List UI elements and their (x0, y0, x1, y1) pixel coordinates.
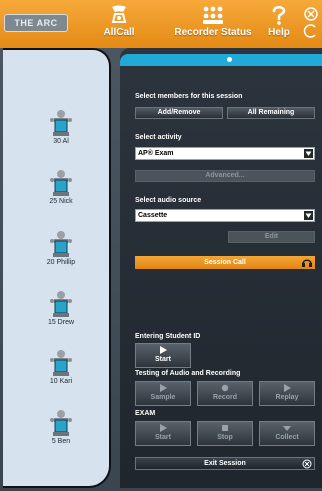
exit-session-label: Exit Session (204, 460, 246, 467)
stop-icon (198, 424, 252, 434)
exam-start-label: Start (155, 434, 171, 441)
activity-value: AP® Exam (138, 150, 174, 157)
student-station[interactable]: 10 Kari (31, 349, 91, 385)
edit-button[interactable]: Edit (228, 231, 315, 243)
student-icon (50, 410, 72, 436)
student-station[interactable]: 30 Al (31, 109, 91, 145)
audio-source-select[interactable]: Cassette (135, 209, 315, 222)
help-label: Help (268, 27, 290, 38)
sample-label: Sample (150, 394, 176, 401)
help-button[interactable]: Help (262, 4, 296, 38)
entering-id-start-label: Start (155, 356, 171, 363)
replay-label: Replay (275, 394, 299, 401)
select-audio-source-label: Select audio source (135, 197, 202, 204)
collect-button[interactable]: Collect (259, 421, 315, 446)
chevron-down-icon (304, 149, 313, 158)
help-icon (262, 4, 296, 26)
session-call-label: Session Call (204, 259, 246, 266)
top-toolbar: THE ARC AllCall Recorder Status Help (0, 0, 322, 48)
allcall-button[interactable]: AllCall (96, 4, 142, 38)
student-name: 15 Drew (47, 319, 75, 326)
session-call-button[interactable]: Session Call (135, 256, 315, 269)
play-icon (260, 384, 314, 394)
student-panel: 30 Al 25 Nick 20 Phillip 15 Drew 10 Kari… (3, 48, 111, 488)
stop-button[interactable]: Stop (197, 421, 253, 446)
testing-audio-recording-label: Testing of Audio and Recording (135, 370, 241, 377)
entering-id-start-button[interactable]: Start (135, 343, 191, 368)
recorder-status-icon (168, 4, 258, 26)
student-station[interactable]: 25 Nick (31, 169, 91, 205)
close-icon (302, 459, 312, 473)
select-members-label: Select members for this session (135, 93, 243, 100)
app-logo: THE ARC (4, 14, 68, 32)
recorder-status-button[interactable]: Recorder Status (168, 4, 258, 38)
exam-start-button[interactable]: Start (135, 421, 191, 446)
activity-select[interactable]: AP® Exam (135, 147, 315, 160)
student-station[interactable]: 15 Drew (31, 290, 91, 326)
replay-button[interactable]: Replay (259, 381, 315, 406)
record-button[interactable]: Record (197, 381, 253, 406)
student-name: 10 Kari (49, 378, 73, 385)
record-icon (198, 384, 252, 394)
student-icon (50, 231, 72, 257)
select-activity-label: Select activity (135, 134, 182, 141)
close-button[interactable] (301, 5, 321, 50)
headset-icon (301, 257, 313, 273)
audio-source-value: Cassette (138, 212, 168, 219)
sample-button[interactable]: Sample (135, 381, 191, 406)
all-remaining-button[interactable]: All Remaining (227, 107, 315, 119)
exit-session-button[interactable]: Exit Session (135, 457, 315, 470)
stop-label: Stop (217, 434, 233, 441)
app-window: THE ARC AllCall Recorder Status Help 30 … (0, 0, 322, 491)
student-name: 20 Phillip (46, 259, 76, 266)
student-icon (50, 170, 72, 196)
recorder-status-label: Recorder Status (174, 27, 252, 38)
page-indicator-dot (227, 57, 232, 62)
record-label: Record (212, 394, 238, 401)
collect-label: Collect (275, 434, 299, 441)
student-icon (50, 291, 72, 317)
student-name: 25 Nick (49, 198, 73, 205)
play-icon (136, 424, 190, 434)
student-name: 5 Ben (51, 438, 71, 445)
advanced-button[interactable]: Advanced... (135, 170, 315, 182)
student-station[interactable]: 20 Phillip (31, 230, 91, 266)
entering-student-id-label: Entering Student ID (135, 333, 201, 340)
play-icon (136, 346, 190, 356)
student-station[interactable]: 5 Ben (31, 409, 91, 445)
session-panel: Select members for this session Add/Remo… (120, 48, 322, 488)
play-icon (136, 384, 190, 394)
chevron-down-icon (304, 211, 313, 220)
student-icon (50, 110, 72, 136)
add-remove-button[interactable]: Add/Remove (135, 107, 223, 119)
student-name: 30 Al (53, 138, 69, 145)
allcall-icon (96, 4, 142, 26)
exam-label: EXAM (135, 410, 156, 417)
student-icon (50, 350, 72, 376)
close-icon (303, 7, 318, 38)
allcall-label: AllCall (103, 27, 135, 38)
session-header-strip (120, 54, 322, 66)
collect-icon (260, 424, 314, 434)
